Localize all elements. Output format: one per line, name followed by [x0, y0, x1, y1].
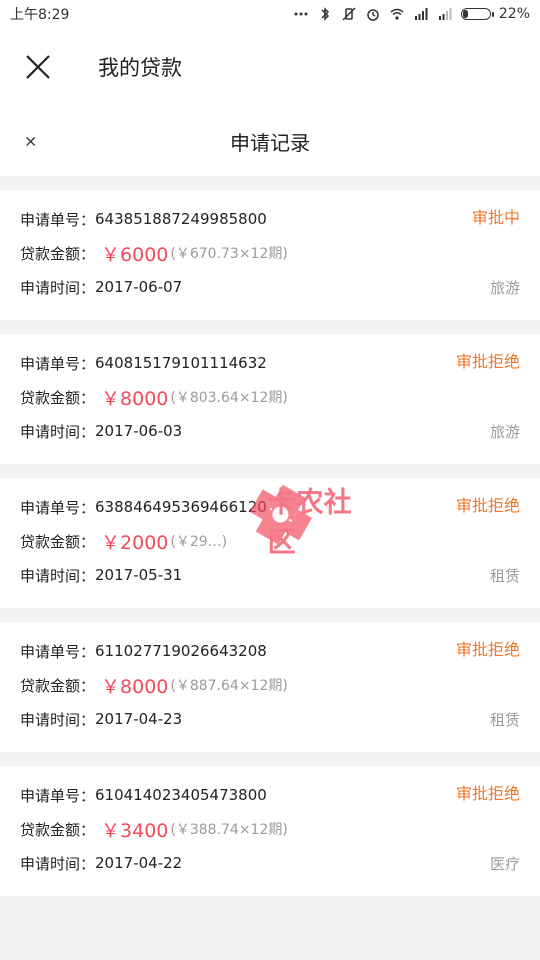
record-card[interactable]: 申请单号： 611027719026643208 贷款金额： ￥8000 (￥8…	[0, 622, 540, 752]
time-label: 申请时间：	[20, 422, 96, 441]
battery-icon	[460, 8, 494, 20]
amount-label: 贷款金额：	[20, 388, 96, 407]
time-label: 申请时间：	[20, 710, 96, 729]
time-row: 申请时间： 2017-06-07	[20, 270, 520, 304]
amount-row: 贷款金额： ￥2000 (￥29…)	[20, 524, 520, 558]
order-label: 申请单号：	[20, 210, 96, 229]
order-number: 643851887249985800	[95, 210, 267, 228]
loan-amount: ￥8000	[101, 387, 169, 410]
time-row: 申请时间： 2017-04-23	[20, 702, 520, 736]
spacer	[0, 176, 540, 190]
installment-breakdown: (￥670.73×12期)	[170, 246, 288, 262]
order-row: 申请单号： 640815179101114632	[20, 346, 520, 380]
record-card[interactable]: 申请单号： 638846495369466120 贷款金额： ￥2000 (￥2…	[0, 478, 540, 608]
time-label: 申请时间：	[20, 854, 96, 873]
apply-date: 2017-05-31	[95, 566, 183, 584]
record-card[interactable]: 申请单号： 640815179101114632 贷款金额： ￥8000 (￥8…	[0, 334, 540, 464]
sub-close-button[interactable]: ×	[24, 132, 37, 151]
signal-icon	[413, 6, 429, 22]
order-number: 611027719026643208	[95, 642, 267, 660]
amount-label: 贷款金额：	[20, 820, 96, 839]
record-card[interactable]: 申请单号： 610414023405473800 贷款金额： ￥3400 (￥3…	[0, 766, 540, 896]
amount-label: 贷款金额：	[20, 532, 96, 551]
order-row: 申请单号： 643851887249985800	[20, 202, 520, 236]
amount-row: 贷款金额： ￥8000 (￥803.64×12期)	[20, 380, 520, 414]
loan-amount: ￥8000	[101, 675, 169, 698]
status-time: 上午8:29	[10, 7, 70, 23]
amount-row: 贷款金额： ￥8000 (￥887.64×12期)	[20, 668, 520, 702]
battery-percent: 22%	[498, 6, 530, 22]
gap	[0, 608, 540, 622]
status-badge: 审批拒绝	[455, 640, 520, 659]
time-label: 申请时间：	[20, 278, 96, 297]
status-badge: 审批拒绝	[455, 496, 520, 515]
apply-date: 2017-06-07	[95, 278, 183, 296]
battery-level	[462, 10, 469, 18]
loan-category: 租赁	[489, 567, 520, 585]
section-title: 申请记录	[230, 130, 310, 155]
order-label: 申请单号：	[20, 354, 96, 373]
amount-row: 贷款金额： ￥3400 (￥388.74×12期)	[20, 812, 520, 846]
alarm-icon	[365, 6, 381, 22]
loan-amount: ￥6000	[101, 243, 169, 266]
bluetooth-icon	[317, 6, 333, 22]
sub-header: × 申请记录	[0, 106, 540, 176]
order-number: 640815179101114632	[95, 354, 267, 372]
amount-label: 贷款金额：	[20, 244, 96, 263]
installment-breakdown: (￥887.64×12期)	[170, 678, 288, 694]
status-icons: 22%	[293, 6, 530, 22]
status-badge: 审批中	[471, 208, 520, 227]
loan-amount: ￥2000	[101, 531, 169, 554]
loan-category: 医疗	[489, 855, 520, 873]
time-row: 申请时间： 2017-06-03	[20, 414, 520, 448]
loan-category: 租赁	[489, 711, 520, 729]
order-row: 申请单号： 610414023405473800	[20, 778, 520, 812]
loan-amount: ￥3400	[101, 819, 169, 842]
vibrate-off-icon	[341, 6, 357, 22]
order-label: 申请单号：	[20, 498, 96, 517]
order-label: 申请单号：	[20, 786, 96, 805]
order-label: 申请单号：	[20, 642, 96, 661]
gap	[0, 752, 540, 766]
loan-category: 旅游	[489, 423, 520, 441]
wifi-icon	[389, 6, 405, 22]
time-row: 申请时间： 2017-04-22	[20, 846, 520, 880]
close-icon[interactable]	[24, 53, 52, 81]
amount-row: 贷款金额： ￥6000 (￥670.73×12期)	[20, 236, 520, 270]
apply-date: 2017-06-03	[95, 422, 183, 440]
gap	[0, 464, 540, 478]
record-card[interactable]: 申请单号： 643851887249985800 贷款金额： ￥6000 (￥6…	[0, 190, 540, 320]
amount-label: 贷款金额：	[20, 676, 96, 695]
app-bar: 我的贷款	[0, 28, 540, 106]
loan-category: 旅游	[489, 279, 520, 297]
more-dots-icon	[293, 6, 309, 22]
gap	[0, 320, 540, 334]
apply-date: 2017-04-22	[95, 854, 183, 872]
order-row: 申请单号： 611027719026643208	[20, 634, 520, 668]
installment-breakdown: (￥388.74×12期)	[170, 822, 288, 838]
signal-2-icon	[437, 6, 453, 22]
page-title: 我的贷款	[98, 56, 182, 80]
order-row: 申请单号： 638846495369466120	[20, 490, 520, 524]
time-row: 申请时间： 2017-05-31	[20, 558, 520, 592]
order-number: 638846495369466120	[95, 498, 267, 516]
status-badge: 审批拒绝	[455, 352, 520, 371]
installment-breakdown: (￥803.64×12期)	[170, 390, 288, 406]
order-number: 610414023405473800	[95, 786, 267, 804]
records-list: 申请单号： 643851887249985800 贷款金额： ￥6000 (￥6…	[0, 190, 540, 896]
status-badge: 审批拒绝	[455, 784, 520, 803]
time-label: 申请时间：	[20, 566, 96, 585]
apply-date: 2017-04-23	[95, 710, 183, 728]
status-bar: 上午8:29 22%	[0, 0, 540, 28]
installment-breakdown: (￥29…)	[170, 534, 228, 550]
